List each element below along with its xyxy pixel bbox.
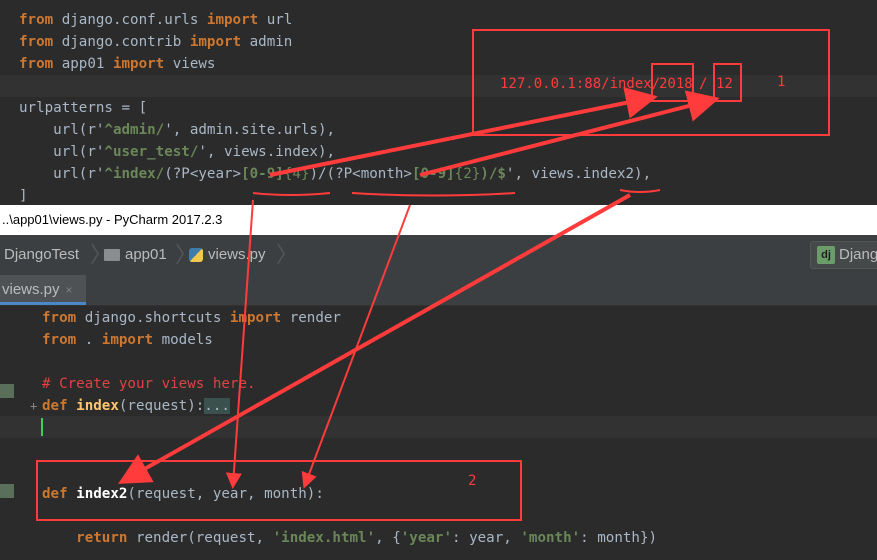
annotation-arrows [118,87,720,489]
arrow-month-to-arg [301,204,411,489]
arrow-index2-to-def [118,193,631,484]
underline-index2 [619,189,661,193]
arrow-year-to-arg [225,199,254,489]
underline-month-group [351,192,516,197]
underline-year-group [252,192,331,196]
